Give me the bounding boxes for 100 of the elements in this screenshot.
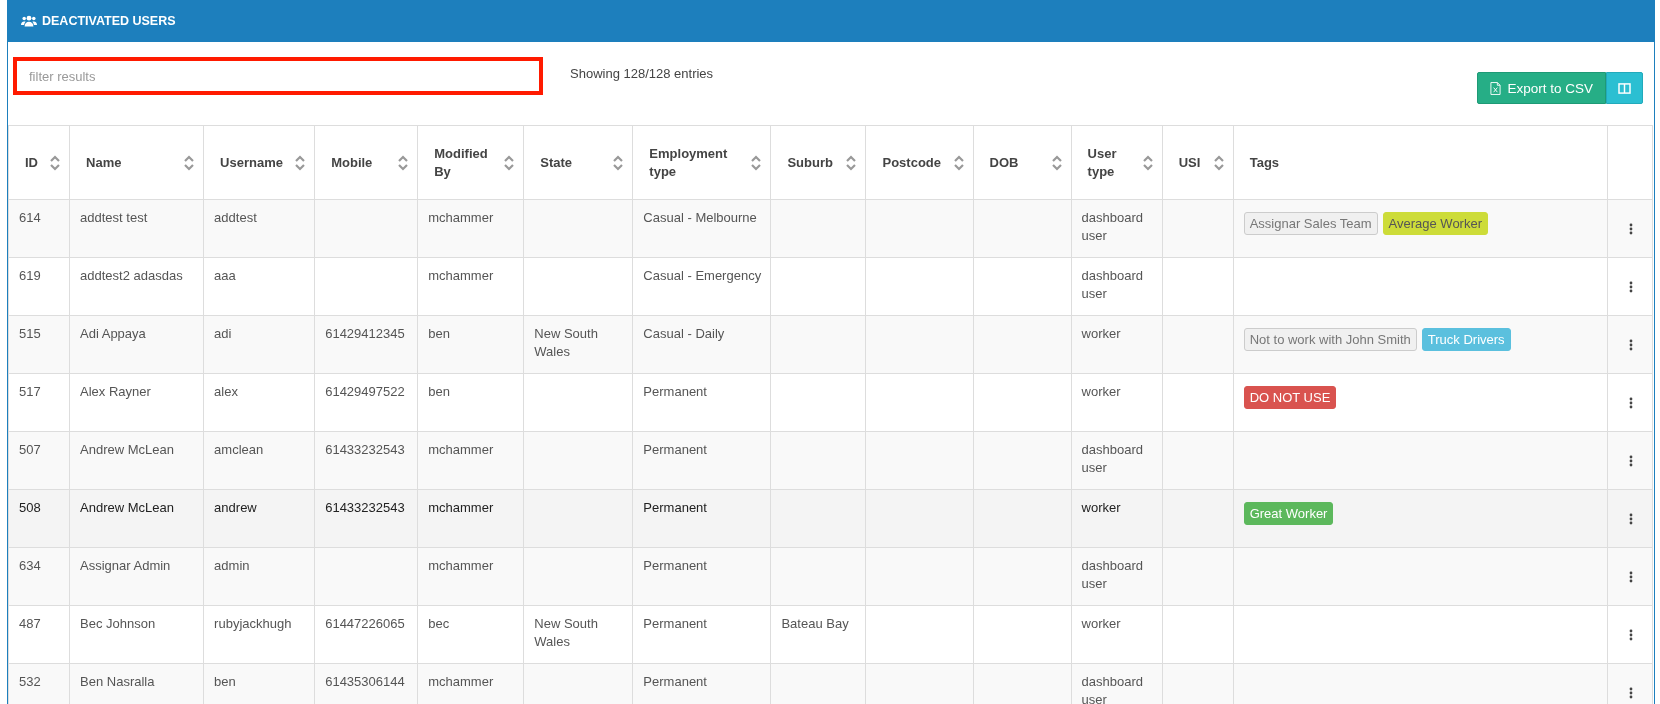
sort-icon[interactable] — [397, 153, 410, 172]
table-cell: Casual - Daily — [643, 326, 725, 341]
more-options-icon[interactable] — [1628, 628, 1633, 641]
tag-label: Truck Drivers — [1421, 328, 1511, 351]
sort-icon[interactable] — [49, 153, 62, 172]
table-cell: Ben Nasralla — [80, 674, 155, 689]
more-options-icon[interactable] — [1628, 396, 1633, 409]
tag-label: Not to work with John Smith — [1243, 328, 1417, 351]
tag-label: Great Worker — [1243, 502, 1334, 525]
table-cell: 614 — [19, 210, 41, 225]
table-cell: dashboard user — [1081, 558, 1144, 591]
table-cell: worker — [1081, 384, 1121, 399]
entries-count-text: Showing 128/128 entries — [570, 66, 714, 81]
table-cell: 61429412345 — [325, 326, 405, 341]
table-cell: Bec Johnson — [80, 616, 156, 631]
columns-icon — [1618, 82, 1631, 94]
table-cell: andrew — [214, 500, 257, 515]
sort-icon[interactable] — [503, 153, 516, 172]
column-header[interactable]: Name — [86, 153, 122, 172]
table-cell: New South Wales — [534, 326, 598, 359]
table-cell: Permanent — [643, 500, 707, 515]
highlighted-row[interactable]: 508 Andrew McLean andrew 61433232543 mchammer Permanent worker Great Worker — [8, 489, 1653, 548]
table-cell: Permanent — [643, 616, 707, 631]
table-cell: rubyjackhugh — [214, 616, 292, 631]
table-cell: aaa — [214, 268, 236, 283]
table-cell: Casual - Melbourne — [643, 210, 757, 225]
more-options-icon[interactable] — [1628, 454, 1633, 467]
table-cell: mchammer — [428, 210, 494, 225]
table-cell: worker — [1081, 500, 1121, 515]
tag-label: DO NOT USE — [1243, 386, 1337, 409]
column-header[interactable]: Tags — [1249, 153, 1280, 172]
table-cell: 61433232543 — [325, 500, 405, 515]
table-cell: Alex Rayner — [80, 384, 151, 399]
tag-label: Assignar Sales Team — [1243, 212, 1378, 235]
table-cell: 61433232543 — [325, 442, 405, 457]
table-cell: addtest test — [80, 210, 148, 225]
table-cell: Assignar Admin — [80, 558, 171, 573]
table-cell: 507 — [19, 442, 41, 457]
sort-icon[interactable] — [845, 153, 858, 172]
table-cell: alex — [214, 384, 238, 399]
table-cell: dashboard user — [1081, 210, 1144, 243]
table-cell: 634 — [19, 558, 41, 573]
more-options-icon[interactable] — [1628, 512, 1633, 525]
table-cell: 517 — [19, 384, 41, 399]
more-options-icon[interactable] — [1628, 338, 1633, 351]
table-cell: mchammer — [428, 558, 494, 573]
table-cell: addtest2 adasdas — [80, 268, 183, 283]
table-cell: Permanent — [643, 442, 707, 457]
table-cell: mchammer — [428, 500, 494, 515]
table-cell: worker — [1081, 616, 1121, 631]
table-cell: amclean — [214, 442, 264, 457]
sort-icon[interactable] — [183, 153, 196, 172]
table-cell: New South Wales — [534, 616, 598, 649]
table-cell: Casual - Emergency — [643, 268, 762, 283]
more-options-icon[interactable] — [1628, 570, 1633, 583]
table-cell: bec — [428, 616, 450, 631]
column-header[interactable]: Suburb — [787, 153, 833, 172]
tag-label: Average Worker — [1382, 212, 1488, 235]
sort-icon[interactable] — [612, 153, 625, 172]
table-cell: Permanent — [643, 384, 707, 399]
sort-icon[interactable] — [1141, 153, 1154, 172]
table-cell: mchammer — [428, 674, 494, 689]
table-cell: 508 — [19, 500, 41, 515]
table-cell: ben — [214, 674, 236, 689]
sort-icon[interactable] — [952, 153, 965, 172]
column-header[interactable]: Postcode — [882, 153, 941, 172]
filter-input-field[interactable]: filter results — [13, 57, 543, 95]
table-cell: 532 — [19, 674, 41, 689]
table-cell: 61429497522 — [325, 384, 405, 399]
more-options-icon[interactable] — [1628, 280, 1633, 293]
sort-icon[interactable] — [750, 153, 763, 172]
column-header[interactable]: ID — [25, 153, 38, 172]
column-header[interactable]: State — [540, 153, 573, 172]
table-cell: worker — [1081, 326, 1121, 341]
column-header[interactable]: USI — [1178, 153, 1201, 172]
sort-icon[interactable] — [1050, 153, 1063, 172]
table-cell: mchammer — [428, 268, 494, 283]
table-cell: mchammer — [428, 442, 494, 457]
table-cell: Andrew McLean — [80, 500, 174, 515]
table-cell: adi — [214, 326, 232, 341]
sort-icon[interactable] — [1212, 153, 1225, 172]
table-cell: 515 — [19, 326, 41, 341]
table-cell: dashboard user — [1081, 268, 1144, 301]
table-cell: ben — [428, 384, 450, 399]
column-header[interactable]: DOB — [989, 153, 1019, 172]
table-cell: admin — [214, 558, 250, 573]
sort-icon[interactable] — [294, 153, 307, 172]
table-cell: Permanent — [643, 674, 707, 689]
column-header[interactable]: Username — [220, 153, 283, 172]
more-options-icon[interactable] — [1628, 686, 1633, 699]
column-header[interactable]: Mobile — [331, 153, 373, 172]
table-cell: dashboard user — [1081, 442, 1144, 475]
table-cell: 619 — [19, 268, 41, 283]
columns-toggle-button[interactable] — [1606, 72, 1643, 104]
users-icon — [21, 15, 37, 27]
table-cell: 61435306144 — [325, 674, 405, 689]
more-options-icon[interactable] — [1628, 222, 1633, 235]
table-cell: dashboard user — [1081, 674, 1144, 704]
panel-title: DEACTIVATED USERS — [42, 14, 176, 28]
spreadsheet-file-icon — [1490, 81, 1502, 95]
